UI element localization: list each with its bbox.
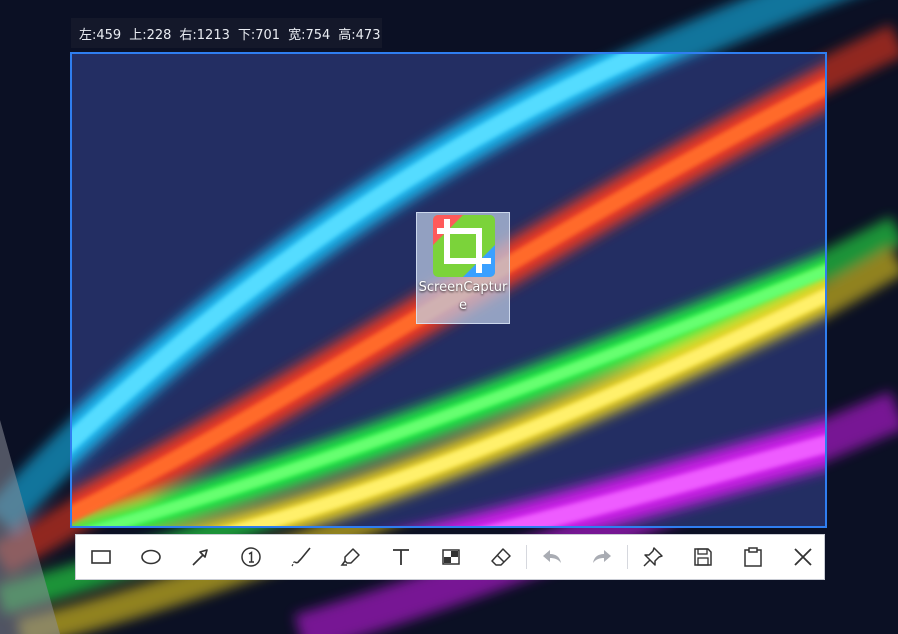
selection-info-label: 左:459 上:228 右:1213 下:701 宽:754 高:473	[71, 18, 382, 48]
desktop-icon-screencapture[interactable]: ScreenCapture	[416, 212, 510, 324]
save-button[interactable]	[678, 535, 728, 579]
height-value: 高:473	[338, 27, 381, 43]
arrow-tool[interactable]	[176, 535, 226, 579]
pin-button[interactable]	[628, 535, 678, 579]
rectangle-tool[interactable]	[76, 535, 126, 579]
brush-icon	[291, 547, 311, 567]
bottom-value: 下:701	[237, 27, 281, 43]
pen-tool[interactable]	[276, 535, 326, 579]
top-value: 上:228	[129, 27, 172, 43]
highlighter-icon	[340, 548, 360, 566]
desktop-icon-label: ScreenCapture	[418, 280, 508, 313]
capture-selection[interactable]: ScreenCapture	[70, 52, 827, 528]
ellipse-tool[interactable]	[126, 535, 176, 579]
redo-button[interactable]	[577, 535, 627, 579]
pin-icon	[643, 547, 663, 567]
arrow-icon	[192, 549, 208, 566]
undo-button[interactable]	[527, 535, 577, 579]
redo-icon	[593, 550, 611, 563]
text-icon	[393, 549, 409, 565]
save-icon	[694, 548, 712, 566]
rectangle-icon	[91, 550, 111, 564]
eraser-icon	[491, 548, 511, 566]
number-tool[interactable]	[226, 535, 276, 579]
left-value: 左:459	[79, 27, 122, 43]
copy-button[interactable]	[728, 535, 778, 579]
ellipse-icon	[141, 549, 161, 565]
highlighter-tool[interactable]	[326, 535, 376, 579]
close-button[interactable]	[778, 535, 828, 579]
close-icon	[794, 548, 812, 566]
right-value: 右:1213	[179, 27, 230, 43]
text-tool[interactable]	[376, 535, 426, 579]
crop-icon	[433, 215, 495, 277]
width-value: 宽:754	[288, 27, 331, 43]
eraser-tool[interactable]	[476, 535, 526, 579]
mosaic-icon	[442, 549, 460, 565]
numbered-circle-icon	[241, 547, 261, 567]
clipboard-icon	[744, 547, 762, 567]
undo-icon	[543, 550, 561, 563]
annotation-toolbar	[75, 534, 825, 580]
mosaic-tool[interactable]	[426, 535, 476, 579]
